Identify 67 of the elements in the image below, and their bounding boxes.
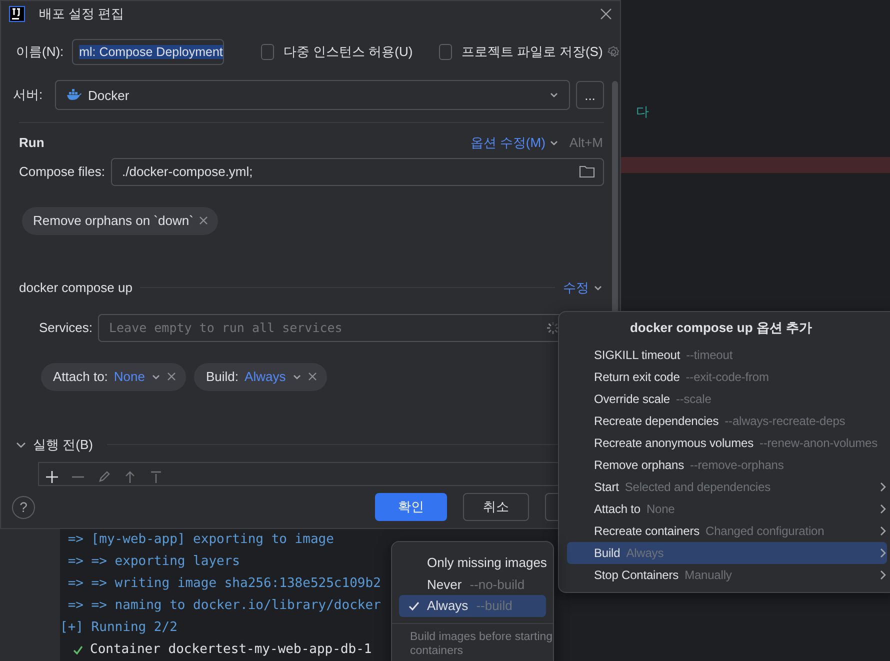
terminal-line: [+] Running 2/2	[60, 619, 178, 637]
close-icon[interactable]	[199, 216, 208, 226]
option-chip[interactable]: Remove orphans on `down`	[22, 206, 218, 235]
server-label: 서버:	[13, 86, 44, 104]
menu-item[interactable]: Always --build	[399, 595, 546, 616]
chip-label: Build:	[206, 369, 239, 384]
menu-item[interactable]: SIGKILL timeout --timeout	[567, 344, 887, 366]
menu-item[interactable]: Override scale --scale	[567, 388, 887, 410]
compose-files-label: Compose files:	[19, 164, 106, 180]
terminal-line: => => naming to docker.io/library/docker	[66, 597, 381, 615]
compose-files-field[interactable]: ./docker-compose.yml;	[111, 158, 604, 186]
menu-item[interactable]: Recreate containers Changed configuration	[567, 520, 887, 542]
chip-label: Attach to:	[53, 369, 108, 384]
name-field[interactable]: ml: Compose Deployment	[72, 39, 224, 65]
chevron-down-icon	[549, 90, 559, 100]
menu-item[interactable]: Start Selected and dependencies	[567, 476, 887, 498]
move-up-icon[interactable]	[123, 470, 137, 484]
shortcut-hint: Alt+M	[569, 135, 603, 150]
modify-link[interactable]: 수정	[563, 278, 603, 297]
server-dropdown[interactable]: Docker	[55, 80, 570, 110]
menu-description: Build images before starting containers	[392, 622, 553, 658]
name-label: 이름(N):	[16, 43, 65, 61]
checkbox-label: 다중 인스턴스 허용(U)	[283, 43, 413, 61]
checkbox-label: 프로젝트 파일로 저장(S)	[461, 43, 603, 61]
section-heading: Run	[19, 135, 46, 150]
help-button[interactable]: ?	[12, 496, 35, 518]
menu-item[interactable]: Attach to None	[567, 498, 887, 520]
menu-item[interactable]: Only missing images	[399, 552, 546, 574]
move-down-icon[interactable]	[149, 470, 163, 484]
terminal-line: => [my-web-app] exporting to image	[66, 531, 334, 549]
close-icon[interactable]	[167, 372, 176, 382]
loading-spinner-icon	[546, 320, 560, 335]
option-chip[interactable]: Attach to: None	[41, 362, 186, 391]
close-icon[interactable]	[308, 372, 317, 382]
terminal-line: => => writing image sha256:138e525c109b2	[66, 575, 381, 593]
menu-item[interactable]: Recreate anonymous volumes --renew-anon-volumes	[567, 432, 887, 454]
close-icon[interactable]	[600, 8, 612, 20]
editor-text: 다	[636, 103, 650, 121]
chip-label: Remove orphans on `down`	[33, 213, 194, 228]
terminal-line: => => exporting layers	[66, 553, 240, 571]
menu-item[interactable]: Recreate dependencies --always-recreate-deps	[567, 410, 887, 432]
check-icon	[408, 600, 420, 612]
menu-item[interactable]: Remove orphans --remove-orphans	[567, 454, 887, 476]
checkbox[interactable]	[260, 44, 274, 60]
modify-options-link[interactable]: 옵션 수정(M)	[470, 134, 560, 152]
section-heading: docker compose up	[19, 280, 132, 296]
menu-item[interactable]: Return exit code --exit-code-from	[567, 366, 887, 388]
menu-item[interactable]: Stop Containers Manually	[567, 564, 887, 586]
terminal-line: Container dockertest-my-web-app-db-1	[90, 641, 372, 659]
app-logo-icon	[9, 6, 25, 22]
add-icon[interactable]	[45, 470, 59, 484]
folder-icon[interactable]	[579, 165, 595, 178]
more-button[interactable]: ...	[576, 81, 604, 109]
section-heading: 실행 전(B)	[33, 436, 93, 454]
whale-icon	[66, 89, 82, 101]
services-label: Services:	[39, 320, 94, 336]
edit-icon[interactable]	[97, 470, 111, 484]
option-chip[interactable]: Build: Always	[194, 362, 327, 391]
popup-title: docker compose up 옵션 추가	[628, 319, 814, 337]
checkbox[interactable]	[438, 44, 452, 60]
dialog-button[interactable]: 취소	[463, 493, 529, 521]
check-icon	[72, 644, 84, 656]
dialog-title: 배포 설정 편집	[39, 4, 126, 22]
dialog-button[interactable]: 확인	[375, 493, 447, 521]
menu-item[interactable]: Build Always	[567, 542, 887, 564]
settings-icon[interactable]	[606, 44, 620, 60]
menu-item[interactable]: Never --no-build	[399, 574, 546, 595]
